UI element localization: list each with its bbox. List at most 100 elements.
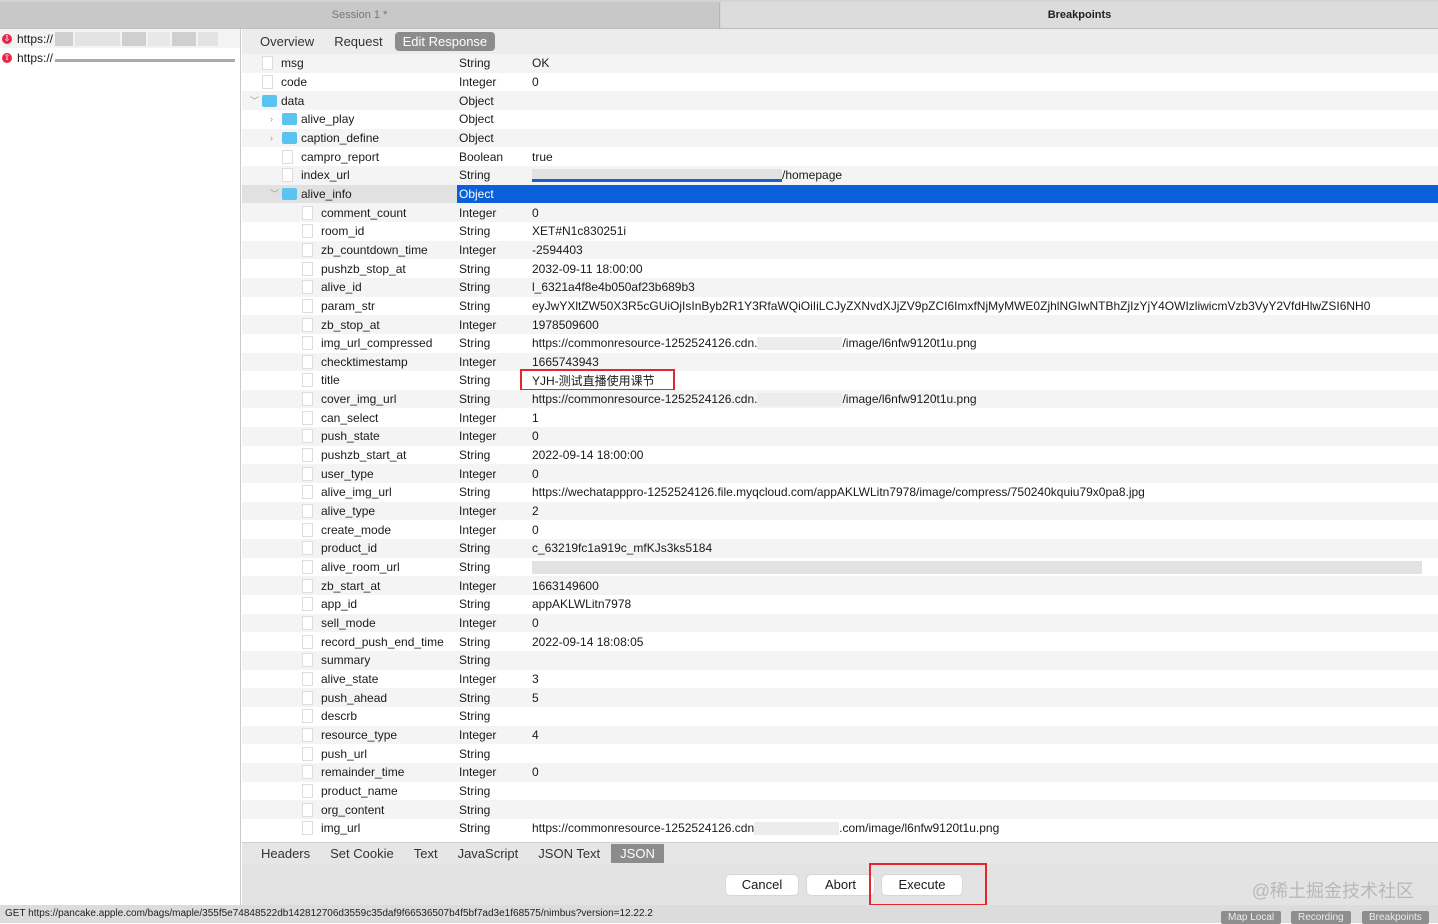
value-cell[interactable]: true	[532, 150, 553, 164]
chevron-down-icon[interactable]: ﹀	[270, 187, 279, 200]
tree-row[interactable]: resource_type Integer 4	[242, 725, 1438, 745]
value-type: Integer	[459, 522, 497, 537]
tab-headers[interactable]: Headers	[252, 844, 319, 863]
tree-row[interactable]: ﹀ alive_info Object	[242, 184, 1438, 204]
value-cell[interactable]	[532, 560, 1422, 575]
tab-session[interactable]: Session 1 *	[0, 2, 720, 28]
tree-row[interactable]: › caption_define Object	[242, 128, 1438, 148]
value-cell[interactable]: -2594403	[532, 243, 583, 257]
value-cell[interactable]: 1	[532, 411, 539, 425]
recording-button[interactable]: Recording	[1291, 911, 1351, 924]
value-cell[interactable]: OK	[532, 56, 549, 70]
value-cell[interactable]: appAKLWLitn7978	[532, 597, 631, 611]
value-cell[interactable]: /homepage	[532, 168, 842, 183]
map-local-button[interactable]: Map Local	[1221, 911, 1282, 924]
tree-row[interactable]: param_str String eyJwYXltZW50X3R5cGUiOjIsI…	[242, 297, 1438, 316]
tree-row[interactable]: push_state Integer 0	[242, 427, 1438, 446]
value-cell[interactable]: 1978509600	[532, 318, 599, 332]
chevron-right-icon[interactable]: ›	[270, 114, 273, 124]
value-cell[interactable]: XET#N1c830251i	[532, 224, 626, 238]
value-cell[interactable]: https://commonresource-1252524126.cdn. /i…	[532, 336, 977, 351]
value-cell[interactable]: 0	[532, 467, 539, 481]
tree-row[interactable]: pushzb_start_at String 2022-09-14 18:00:00	[242, 446, 1438, 465]
tree-row[interactable]: alive_room_url String	[242, 558, 1438, 577]
request-item[interactable]: ⇧ https://	[0, 48, 240, 67]
tree-row[interactable]: zb_countdown_time Integer -2594403	[242, 240, 1438, 260]
value-cell[interactable]: 1665743943	[532, 355, 599, 369]
tab-javascript[interactable]: JavaScript	[449, 844, 528, 863]
value-cell[interactable]: 0	[532, 429, 539, 443]
tree-row[interactable]: campro_report Boolean true	[242, 147, 1438, 166]
value-cell[interactable]: 5	[532, 691, 539, 705]
tab-edit-response[interactable]: Edit Response	[394, 32, 496, 51]
tree-row[interactable]: msg String OK	[242, 54, 1438, 73]
value-cell[interactable]: 2022-09-14 18:08:05	[532, 635, 643, 649]
tree-row[interactable]: alive_state Integer 3	[242, 670, 1438, 689]
tree-row[interactable]: cover_img_url String https://commonresourc…	[242, 389, 1438, 409]
value-cell[interactable]: 0	[532, 523, 539, 537]
tab-breakpoints[interactable]: Breakpoints	[721, 2, 1438, 28]
breakpoints-button[interactable]: Breakpoints	[1362, 911, 1429, 924]
tab-set-cookie[interactable]: Set Cookie	[321, 844, 403, 863]
tree-row[interactable]: sell_mode Integer 0	[242, 613, 1438, 633]
tree-row[interactable]: pushzb_stop_at String 2032-09-11 18:00:00	[242, 259, 1438, 278]
tree-row[interactable]: code Integer 0	[242, 73, 1438, 92]
tab-text[interactable]: Text	[405, 844, 447, 863]
tree-row[interactable]: descrb String	[242, 707, 1438, 726]
value-cell[interactable]: 0	[532, 616, 539, 630]
tree-row[interactable]: zb_start_at Integer 1663149600	[242, 576, 1438, 596]
tree-row[interactable]: user_type Integer 0	[242, 464, 1438, 484]
tab-json[interactable]: JSON	[611, 844, 664, 863]
tree-row[interactable]: alive_type Integer 2	[242, 501, 1438, 521]
value-text: l_6321a4f8e4b050af23b689b3	[532, 280, 695, 295]
tree-row[interactable]: remainder_time Integer 0	[242, 762, 1438, 782]
value-cell[interactable]: eyJwYXltZW50X3R5cGUiOjIsInByb2R1Y3RfaWQi…	[532, 299, 1370, 313]
tree-row[interactable]: create_mode Integer 0	[242, 520, 1438, 539]
value-cell[interactable]: https://commonresource-1252524126.cdn .co…	[532, 821, 999, 836]
tree-row[interactable]: checktimestamp Integer 1665743943	[242, 352, 1438, 372]
request-item[interactable]: ⇩ https://	[0, 29, 240, 48]
value-cell[interactable]: 0	[532, 765, 539, 779]
tree-row[interactable]: product_name String	[242, 782, 1438, 801]
chevron-down-icon[interactable]: ﹀	[250, 94, 259, 107]
value-cell[interactable]: 0	[532, 75, 539, 89]
tree-row[interactable]: › alive_play Object	[242, 110, 1438, 129]
file-icon	[302, 298, 313, 313]
abort-button[interactable]: Abort	[807, 875, 874, 895]
tree-row[interactable]: push_url String	[242, 744, 1438, 763]
value-cell[interactable]: c_63219fc1a919c_mfKJs3ks5184	[532, 541, 712, 555]
tree-row[interactable]: summary String	[242, 651, 1438, 670]
tree-row[interactable]: org_content String	[242, 800, 1438, 819]
tree-row[interactable]: alive_img_url String https://wechatapppro-…	[242, 483, 1438, 502]
tree-row[interactable]: zb_stop_at Integer 1978509600	[242, 315, 1438, 334]
value-cell[interactable]: l_6321a4f8e4b050af23b689b3	[532, 280, 695, 294]
tree-row[interactable]: product_id String c_63219fc1a919c_mfKJs3ks…	[242, 539, 1438, 558]
tree-row[interactable]: img_url String https://commonresource-1252…	[242, 819, 1438, 838]
tree-row[interactable]: index_url String/homepage	[242, 165, 1438, 185]
tab-json-text[interactable]: JSON Text	[529, 844, 609, 863]
cancel-button[interactable]: Cancel	[726, 875, 798, 895]
value-cell[interactable]: https://wechatapppro-1252524126.file.myq…	[532, 485, 1145, 499]
value-cell[interactable]: 2022-09-14 18:00:00	[532, 448, 643, 462]
value-cell[interactable]: https://commonresource-1252524126.cdn. /i…	[532, 392, 977, 407]
tree-row[interactable]: alive_id String l_6321a4f8e4b050af23b689b3	[242, 277, 1438, 297]
tree-row[interactable]: can_select Integer 1	[242, 408, 1438, 427]
value-cell[interactable]: 0	[532, 206, 539, 220]
tree-row[interactable]: ﹀ data Object	[242, 91, 1438, 110]
tree-row[interactable]: comment_count Integer 0	[242, 203, 1438, 222]
tree-row[interactable]: record_push_end_time String 2022-09-14 18:…	[242, 632, 1438, 651]
tree-row[interactable]: img_url_compressed String https://commonre…	[242, 334, 1438, 353]
tree-row[interactable]: app_id String appAKLWLitn7978	[242, 595, 1438, 614]
chevron-right-icon[interactable]: ›	[270, 133, 273, 143]
tab-overview[interactable]: Overview	[252, 32, 322, 51]
file-icon	[302, 466, 313, 481]
tree-row[interactable]: push_ahead String 5	[242, 688, 1438, 707]
value-cell[interactable]: 4	[532, 728, 539, 742]
tab-request[interactable]: Request	[326, 32, 390, 51]
tree-row[interactable]: room_id String XET#N1c830251i	[242, 222, 1438, 241]
value-cell[interactable]: 2032-09-11 18:00:00	[532, 262, 643, 276]
value-cell[interactable]: 3	[532, 672, 539, 686]
value-cell[interactable]: 1663149600	[532, 579, 599, 593]
tree-row[interactable]: title String YJH-测试直播使用课节	[242, 369, 1438, 392]
value-cell[interactable]: 2	[532, 504, 539, 518]
